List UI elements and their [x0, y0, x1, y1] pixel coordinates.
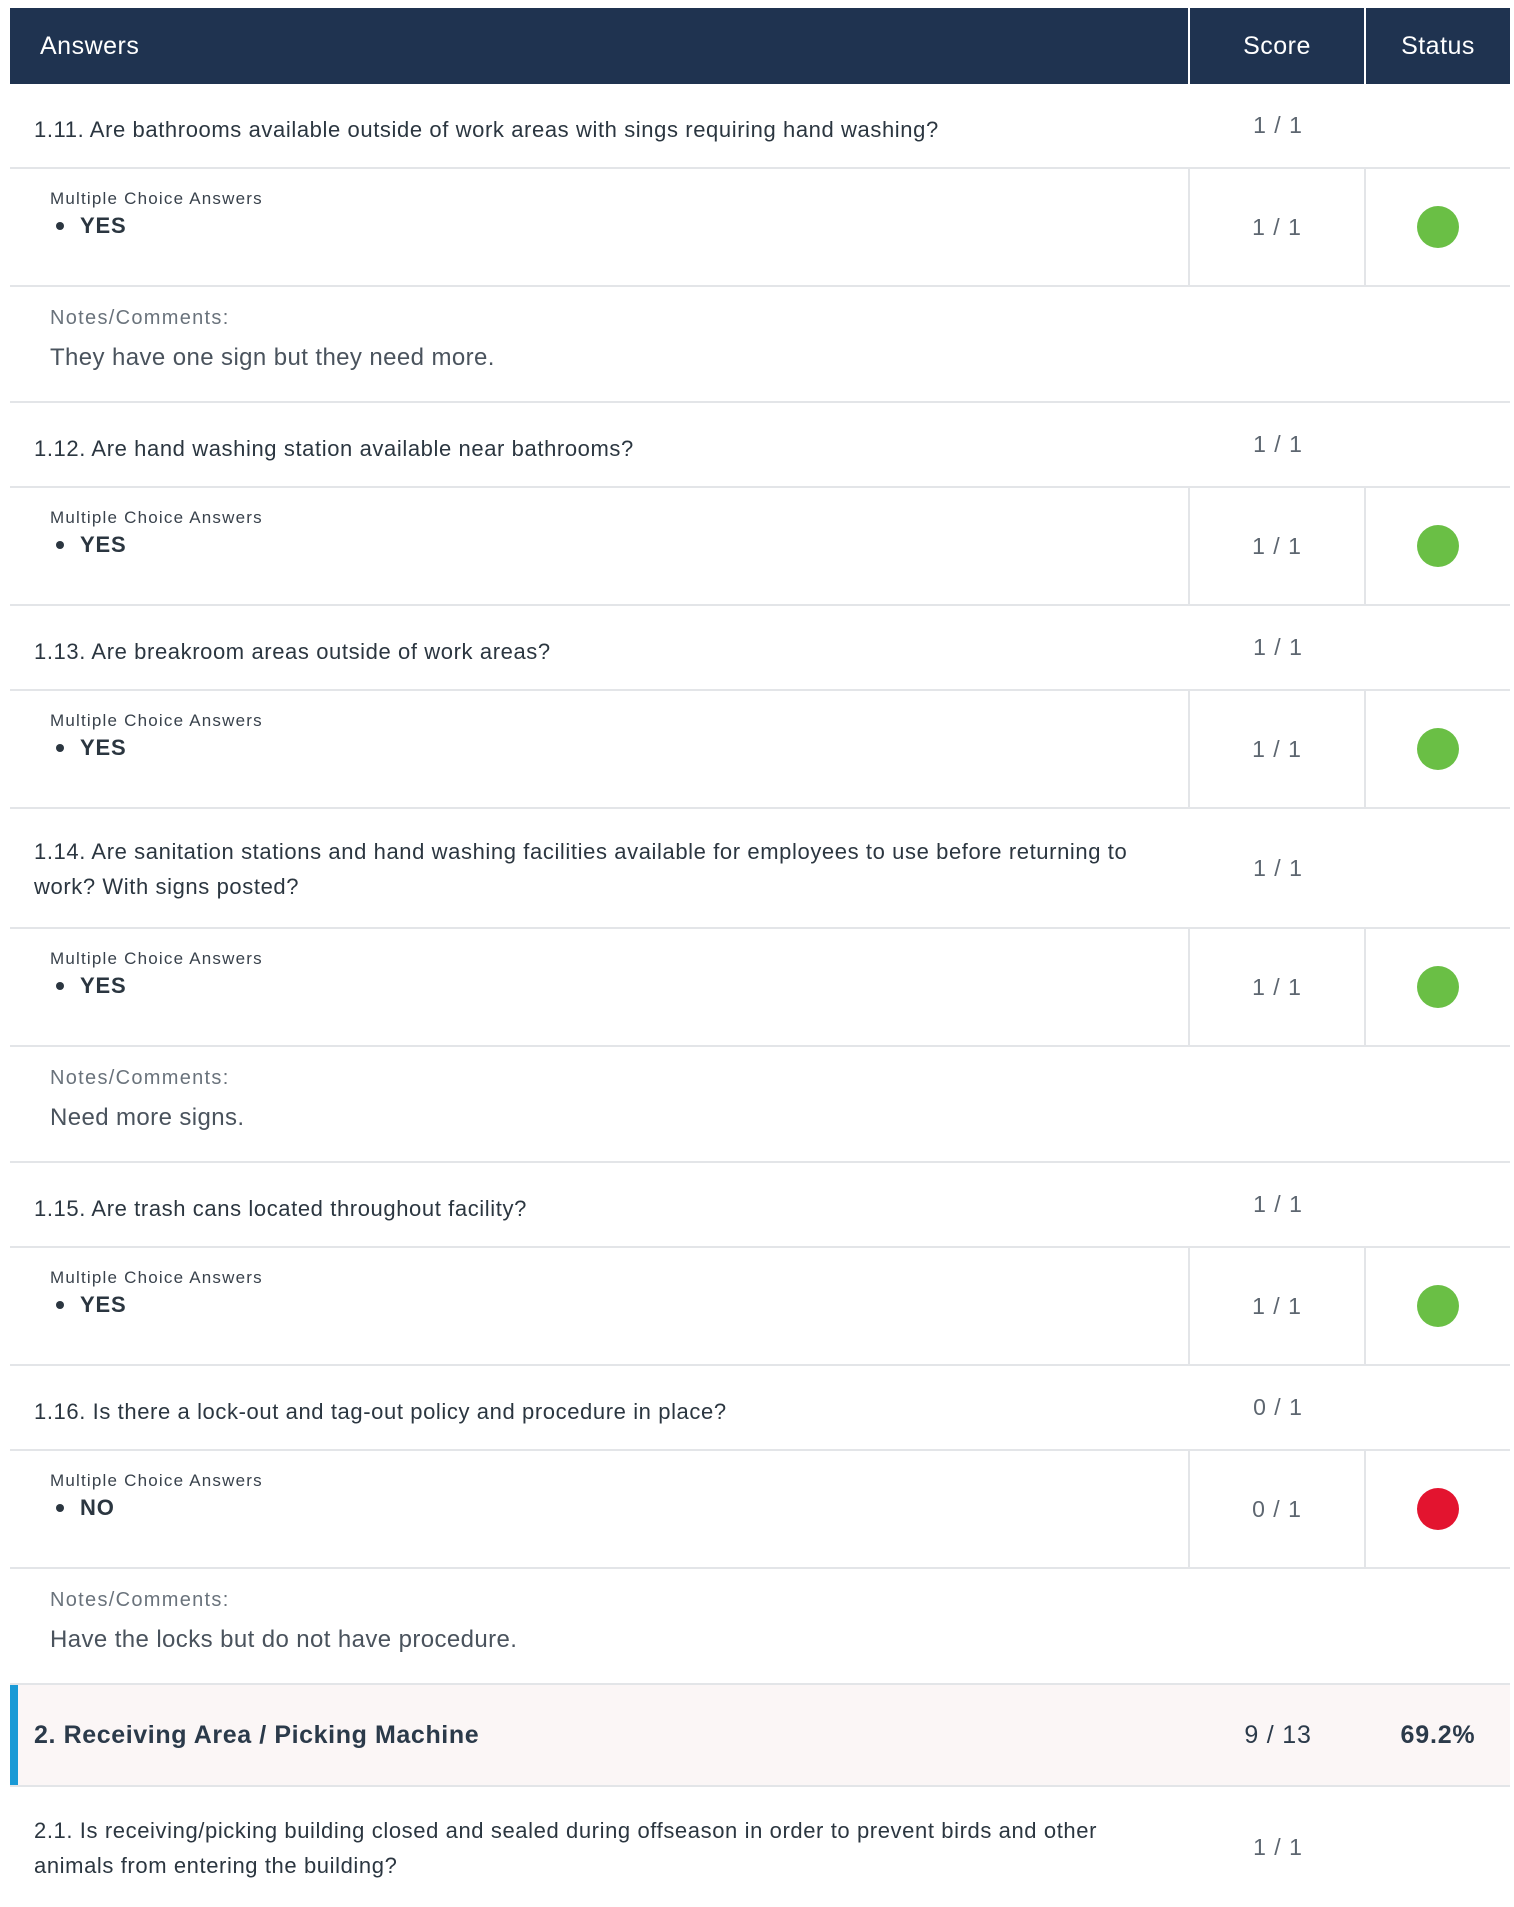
status-pass-icon: [1417, 525, 1459, 567]
bullet-icon: [56, 744, 64, 752]
answer-item: YES: [50, 532, 1148, 558]
question-text: 2.1. Is receiving/picking building close…: [34, 1818, 1097, 1878]
question-row: 1.16. Is there a lock-out and tag-out po…: [10, 1366, 1510, 1451]
section-title: 2. Receiving Area / Picking Machine: [34, 1720, 480, 1749]
question-score: 1 / 1: [1253, 634, 1303, 660]
answer-score: 1 / 1: [1190, 169, 1366, 285]
multiple-choice-label: Multiple Choice Answers: [50, 1268, 263, 1287]
notes-label: Notes/Comments:: [50, 1589, 230, 1611]
bullet-icon: [56, 541, 64, 549]
answer-score: 1 / 1: [1190, 929, 1366, 1045]
multiple-choice-label: Multiple Choice Answers: [50, 949, 263, 968]
multiple-choice-label: Multiple Choice Answers: [50, 189, 263, 208]
answer-item: YES: [50, 1292, 1148, 1318]
question-score: 1 / 1: [1253, 854, 1303, 881]
bullet-icon: [56, 1301, 64, 1309]
question-text: 1.15. Are trash cans located throughout …: [34, 1196, 527, 1221]
answer-score: 0 / 1: [1190, 1451, 1366, 1567]
notes-text: Have the locks but do not have procedure…: [50, 1626, 518, 1653]
status-pass-icon: [1417, 966, 1459, 1008]
question-row: 1.14. Are sanitation stations and hand w…: [10, 809, 1510, 929]
question-text: 1.16. Is there a lock-out and tag-out po…: [34, 1399, 727, 1424]
answer-item: YES: [50, 735, 1148, 761]
notes-label: Notes/Comments:: [50, 1067, 230, 1089]
question-score: 0 / 1: [1253, 1394, 1303, 1420]
answer-row: Multiple Choice Answers YES 1 / 1: [10, 169, 1510, 287]
question-text: 1.13. Are breakroom areas outside of wor…: [34, 639, 551, 664]
question-row: 1.15. Are trash cans located throughout …: [10, 1163, 1510, 1248]
audit-answers-table: Answers Score Status 1.11. Are bathrooms…: [10, 8, 1510, 1907]
multiple-choice-label: Multiple Choice Answers: [50, 508, 263, 527]
section-accent-bar: [10, 1685, 18, 1785]
question-row: 1.12. Are hand washing station available…: [10, 403, 1510, 488]
question-row: 2.1. Is receiving/picking building close…: [10, 1787, 1510, 1907]
notes-row: Notes/Comments: They have one sign but t…: [10, 287, 1510, 403]
answer-value: NO: [80, 1495, 115, 1520]
bullet-icon: [56, 1504, 64, 1512]
question-score: 1 / 1: [1253, 112, 1303, 138]
answer-row: Multiple Choice Answers YES 1 / 1: [10, 691, 1510, 809]
question-text: 1.14. Are sanitation stations and hand w…: [34, 839, 1128, 899]
answer-row: Multiple Choice Answers YES 1 / 1: [10, 929, 1510, 1047]
multiple-choice-label: Multiple Choice Answers: [50, 711, 263, 730]
status-column-header: Status: [1401, 31, 1475, 60]
section-header: 2. Receiving Area / Picking Machine 9 / …: [10, 1685, 1510, 1787]
question-text: 1.12. Are hand washing station available…: [34, 436, 634, 461]
answer-item: YES: [50, 213, 1148, 239]
question-row: 1.11. Are bathrooms available outside of…: [10, 84, 1510, 169]
status-pass-icon: [1417, 1285, 1459, 1327]
notes-label: Notes/Comments:: [50, 307, 230, 329]
answer-item: NO: [50, 1495, 1148, 1521]
notes-row: Notes/Comments: Need more signs.: [10, 1047, 1510, 1163]
answer-score: 1 / 1: [1190, 488, 1366, 604]
status-pass-icon: [1417, 728, 1459, 770]
question-row: 1.13. Are breakroom areas outside of wor…: [10, 606, 1510, 691]
question-text: 1.11. Are bathrooms available outside of…: [34, 117, 939, 142]
answer-row: Multiple Choice Answers NO 0 / 1: [10, 1451, 1510, 1569]
answer-row: Multiple Choice Answers YES 1 / 1: [10, 1248, 1510, 1366]
question-score: 1 / 1: [1253, 431, 1303, 457]
bullet-icon: [56, 222, 64, 230]
score-column-header: Score: [1243, 31, 1311, 60]
answer-value: YES: [80, 532, 127, 557]
answer-score: 1 / 1: [1190, 691, 1366, 807]
answer-value: YES: [80, 213, 127, 238]
notes-text: Need more signs.: [50, 1104, 245, 1131]
answers-column-header: Answers: [40, 31, 140, 60]
section-score: 9 / 13: [1244, 1720, 1312, 1749]
table-header: Answers Score Status: [10, 8, 1510, 84]
answer-row: Multiple Choice Answers YES 1 / 1: [10, 488, 1510, 606]
answer-score: 1 / 1: [1190, 1248, 1366, 1364]
notes-row: Notes/Comments: Have the locks but do no…: [10, 1569, 1510, 1685]
question-score: 1 / 1: [1253, 1833, 1303, 1860]
answer-value: YES: [80, 973, 127, 998]
question-score: 1 / 1: [1253, 1191, 1303, 1217]
status-fail-icon: [1417, 1488, 1459, 1530]
status-pass-icon: [1417, 206, 1459, 248]
multiple-choice-label: Multiple Choice Answers: [50, 1471, 263, 1490]
answer-value: YES: [80, 735, 127, 760]
notes-text: They have one sign but they need more.: [50, 344, 495, 371]
section-percent: 69.2%: [1400, 1720, 1476, 1749]
answer-value: YES: [80, 1292, 127, 1317]
answer-item: YES: [50, 973, 1148, 999]
bullet-icon: [56, 982, 64, 990]
